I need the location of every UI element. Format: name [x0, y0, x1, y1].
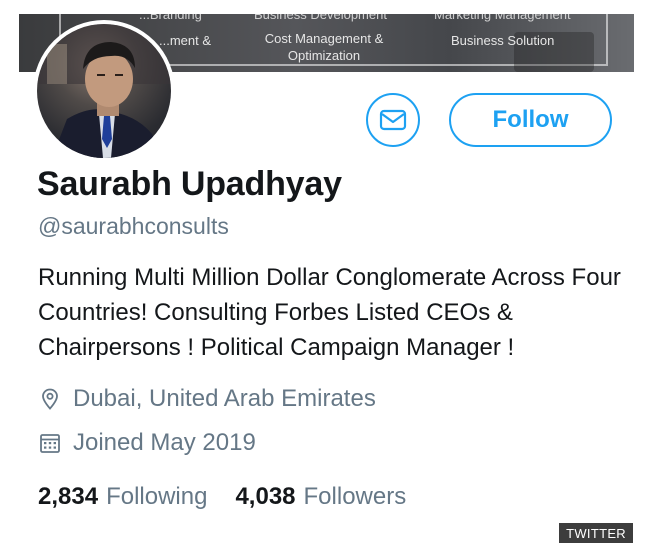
- profile-bio: Running Multi Million Dollar Conglomerat…: [38, 264, 621, 361]
- display-name: Saurabh Upadhyay: [37, 165, 342, 203]
- banner-text-cost-management: Cost Management & Optimization: [264, 31, 384, 63]
- avatar[interactable]: [33, 20, 175, 162]
- banner-text-business-development: Business Development: [254, 14, 387, 22]
- joined-text: Joined May 2019: [73, 429, 256, 456]
- banner-text-marketing-management: Marketing Management: [434, 14, 571, 22]
- calendar-icon: [40, 434, 60, 453]
- avatar-photo: [37, 24, 171, 158]
- location-pin-icon: [42, 388, 58, 410]
- banner-text-branding: ...Branding: [139, 14, 202, 22]
- user-handle: @saurabhconsults: [38, 213, 229, 239]
- banner-text-business-solution: Business Solution: [451, 33, 555, 48]
- envelope-icon: [379, 109, 407, 131]
- following-link[interactable]: 2,834 Following: [38, 483, 207, 511]
- profile-stats: 2,834 Following 4,038 Followers: [38, 483, 406, 511]
- message-button[interactable]: [366, 93, 420, 147]
- followers-count: 4,038: [235, 483, 296, 510]
- profile-location: Dubai, United Arab Emirates: [38, 385, 376, 413]
- follow-button[interactable]: Follow: [449, 93, 612, 147]
- followers-label: Followers: [303, 483, 407, 510]
- followers-link[interactable]: 4,038 Followers: [235, 483, 406, 511]
- location-text: Dubai, United Arab Emirates: [73, 385, 376, 412]
- profile-joined: Joined May 2019: [38, 429, 256, 457]
- following-label: Following: [106, 483, 208, 510]
- image-credit: TWITTER: [559, 523, 633, 543]
- following-count: 2,834: [38, 483, 99, 510]
